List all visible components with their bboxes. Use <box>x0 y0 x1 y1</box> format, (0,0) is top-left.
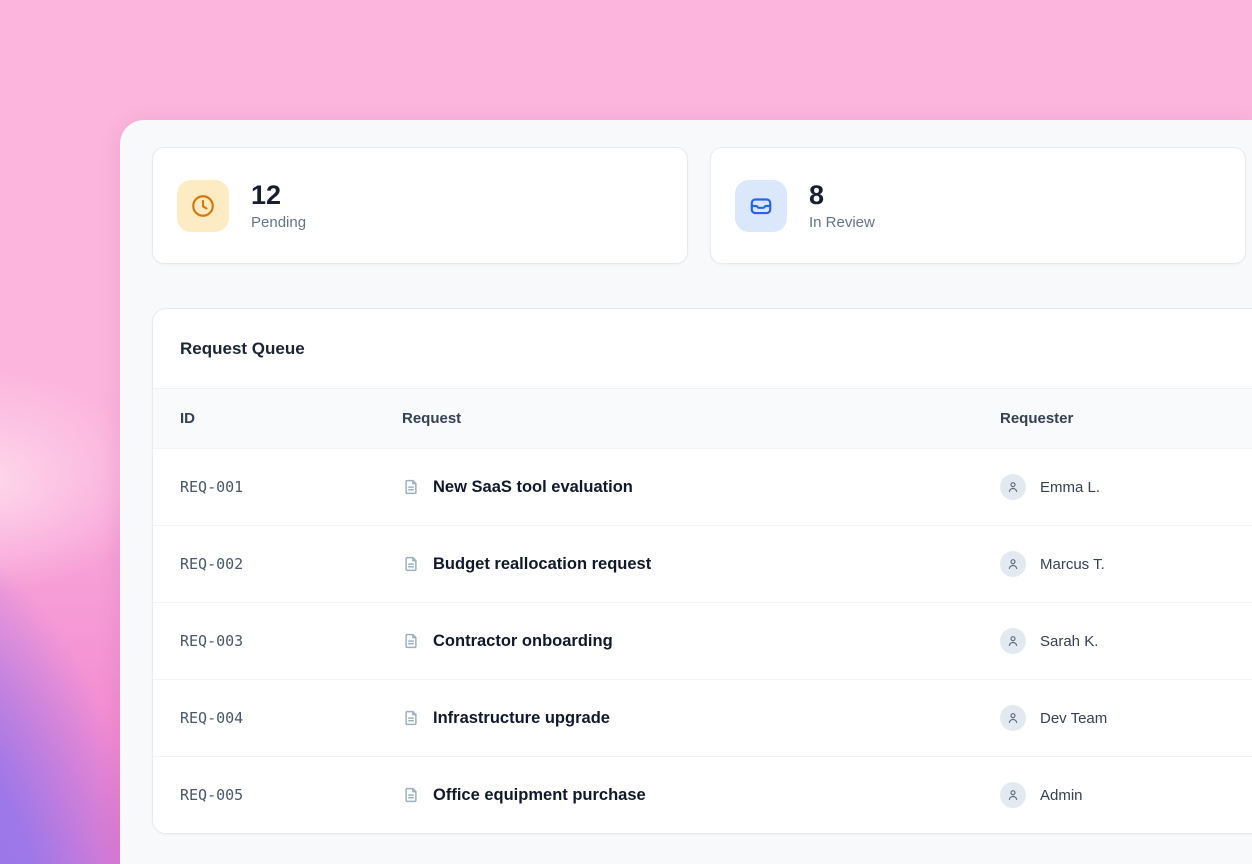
request-id: REQ-002 <box>180 555 402 573</box>
avatar <box>1000 551 1026 577</box>
requester-name: Sarah K. <box>1040 633 1098 650</box>
requester-name: Dev Team <box>1040 710 1107 727</box>
stat-card-pending: 12 Pending <box>152 147 688 264</box>
requester-name: Admin <box>1040 787 1083 804</box>
table-body: REQ-001 New SaaS tool evaluation Emma L. <box>153 448 1252 833</box>
request-title: New SaaS tool evaluation <box>433 478 633 497</box>
stat-text-in-review: 8 In Review <box>809 180 875 231</box>
stat-card-in-review: 8 In Review <box>710 147 1246 264</box>
requester-name: Emma L. <box>1040 479 1100 496</box>
requester-name: Marcus T. <box>1040 556 1105 573</box>
table-row[interactable]: REQ-001 New SaaS tool evaluation Emma L. <box>153 448 1252 525</box>
document-icon <box>402 709 420 727</box>
request-id: REQ-003 <box>180 632 402 650</box>
in-review-count: 8 <box>809 180 875 211</box>
table-title: Request Queue <box>153 309 1252 389</box>
pending-count: 12 <box>251 180 306 211</box>
document-icon <box>402 786 420 804</box>
request-title: Infrastructure upgrade <box>433 709 610 728</box>
document-icon <box>402 632 420 650</box>
table-row[interactable]: REQ-003 Contractor onboarding Sarah K. <box>153 602 1252 679</box>
inbox-icon <box>735 180 787 232</box>
table-row[interactable]: REQ-004 Infrastructure upgrade Dev Team <box>153 679 1252 756</box>
stat-text-pending: 12 Pending <box>251 180 306 231</box>
request-title: Contractor onboarding <box>433 632 613 651</box>
request-id: REQ-004 <box>180 709 402 727</box>
avatar <box>1000 628 1026 654</box>
table-row[interactable]: REQ-002 Budget reallocation request Marc… <box>153 525 1252 602</box>
page-background: 12 Pending 8 In Review Request Queue <box>0 0 1252 864</box>
request-title: Budget reallocation request <box>433 555 651 574</box>
column-header-id: ID <box>180 410 402 427</box>
document-icon <box>402 478 420 496</box>
request-id: REQ-005 <box>180 786 402 804</box>
in-review-label: In Review <box>809 214 875 231</box>
main-panel: 12 Pending 8 In Review Request Queue <box>120 120 1252 864</box>
avatar <box>1000 705 1026 731</box>
document-icon <box>402 555 420 573</box>
column-header-request: Request <box>402 410 1000 427</box>
table-header-row: ID Request Requester <box>153 389 1252 448</box>
clock-icon <box>177 180 229 232</box>
pending-label: Pending <box>251 214 306 231</box>
request-id: REQ-001 <box>180 478 402 496</box>
request-queue-card: Request Queue ID Request Requester REQ-0… <box>152 308 1252 834</box>
stat-cards-row: 12 Pending 8 In Review <box>152 147 1246 264</box>
avatar <box>1000 474 1026 500</box>
column-header-requester: Requester <box>1000 410 1252 427</box>
avatar <box>1000 782 1026 808</box>
table-row[interactable]: REQ-005 Office equipment purchase Admin <box>153 756 1252 833</box>
request-title: Office equipment purchase <box>433 786 646 805</box>
